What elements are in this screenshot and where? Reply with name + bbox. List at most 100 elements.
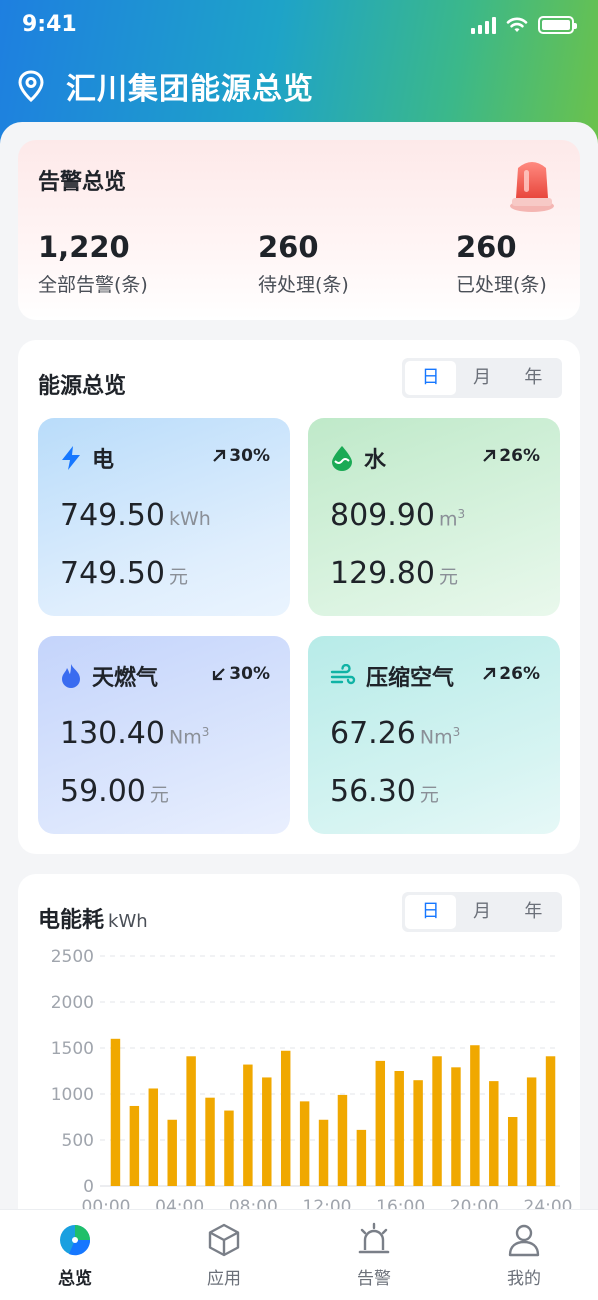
y-tick-label: 1500 — [51, 1039, 94, 1059]
usage-unit-base: m — [438, 508, 458, 530]
period-month-tab[interactable]: 月 — [456, 895, 507, 929]
energy-overview-title: 能源总览 — [38, 374, 127, 399]
usage-unit: m3 — [439, 507, 465, 530]
tab-overview[interactable]: 总览 — [25, 1222, 125, 1289]
energy-tile-water[interactable]: 水 26% 809.90 m3 129.80 元 — [308, 418, 560, 616]
tab-apps[interactable]: 应用 — [174, 1222, 274, 1289]
electricity-consumption-card: 电能耗 kWh 日 月 年 0 500 1000 1500 2000 2500 00:00 0… — [18, 874, 580, 1234]
trend-indicator: 30% — [211, 664, 270, 684]
wifi-icon — [506, 17, 528, 32]
title-row: 汇川集团能源总览 — [18, 64, 314, 108]
usage-value: 749.50 — [60, 498, 165, 533]
y-tick-label: 0 — [83, 1177, 94, 1197]
cost-unit: 元 — [419, 784, 439, 806]
usage-unit-sup: 3 — [452, 724, 461, 739]
location-pin-icon[interactable] — [18, 70, 44, 102]
bar — [470, 1045, 480, 1186]
bar — [299, 1101, 310, 1186]
bar — [356, 1129, 367, 1186]
tab-profile[interactable]: 我的 — [474, 1222, 574, 1289]
y-tick-label: 1000 — [51, 1085, 94, 1105]
bar — [148, 1088, 159, 1186]
bar — [243, 1064, 253, 1186]
trend-indicator: 26% — [481, 664, 540, 684]
bar — [224, 1110, 234, 1186]
trend-indicator: 30% — [211, 446, 270, 466]
usage-unit: Nm3 — [169, 725, 209, 748]
tab-label: 我的 — [507, 1269, 541, 1289]
arrow-up-right-icon — [213, 449, 226, 462]
period-year-tab[interactable]: 年 — [508, 361, 559, 395]
battery-icon — [538, 16, 577, 34]
trend-value: 30% — [229, 446, 270, 466]
alarm-overview-card[interactable]: 告警总览 1,220 全部告警(条) 260 待处理(条) 260 已处理(条) — [18, 140, 580, 320]
period-day-tab[interactable]: 日 — [405, 895, 457, 929]
bar — [394, 1071, 404, 1186]
consumption-period-selector: 日 月 年 — [402, 892, 562, 932]
status-time: 9:41 — [22, 12, 77, 37]
y-tick-label: 2000 — [51, 993, 94, 1013]
bar — [167, 1119, 177, 1186]
bar — [337, 1094, 348, 1186]
stat-label: 全部告警(条) — [38, 274, 148, 296]
tab-label: 总览 — [58, 1269, 92, 1289]
water-drop-icon — [332, 446, 352, 471]
bar — [507, 1117, 518, 1186]
usage-unit-base: Nm — [419, 726, 453, 748]
cost-unit: 元 — [149, 784, 169, 806]
cost-unit: 元 — [438, 566, 458, 588]
bar — [432, 1056, 442, 1186]
trend-value: 26% — [499, 446, 540, 466]
energy-period-selector: 日 月 年 — [402, 358, 562, 398]
bar — [489, 1081, 499, 1186]
tile-name: 压缩空气 — [366, 666, 455, 691]
cost-value: 749.50 — [60, 556, 165, 591]
siren-icon — [510, 162, 554, 212]
usage-value: 130.40 — [60, 716, 165, 751]
energy-tile-electricity[interactable]: 电 30% 749.50 kWh 749.50 元 — [38, 418, 290, 616]
energy-tile-compressed-air[interactable]: 压缩空气 26% 67.26 Nm3 56.30 元 — [308, 636, 560, 834]
alarm-overview-title: 告警总览 — [38, 170, 127, 195]
period-month-tab[interactable]: 月 — [456, 361, 507, 395]
tab-alarms[interactable]: 告警 — [324, 1222, 424, 1289]
energy-tile-gas[interactable]: 天燃气 30% 130.40 Nm3 59.00 元 — [38, 636, 290, 834]
bar — [545, 1056, 556, 1186]
bar — [110, 1038, 121, 1186]
cost-value: 59.00 — [60, 774, 146, 809]
arrow-up-right-icon — [483, 667, 496, 680]
stat-all-alarms[interactable]: 1,220 全部告警(条) — [38, 230, 148, 297]
bar — [413, 1080, 423, 1186]
user-icon — [508, 1224, 540, 1257]
alarm-light-icon — [358, 1222, 390, 1254]
stat-value: 1,220 — [38, 230, 130, 264]
trend-indicator: 26% — [481, 446, 540, 466]
bar — [205, 1097, 215, 1186]
bar — [526, 1077, 537, 1186]
energy-overview-card: 能源总览 日 月 年 电 30% 749.50 kWh 749.50 元 水 2… — [18, 340, 580, 854]
tile-name: 水 — [364, 448, 387, 473]
main-content: 告警总览 1,220 全部告警(条) 260 待处理(条) 260 已处理(条) — [0, 122, 598, 1234]
stat-label: 已处理(条) — [456, 274, 547, 296]
wind-icon — [330, 664, 356, 685]
stat-pending-alarms[interactable]: 260 待处理(条) — [258, 230, 349, 297]
bar — [318, 1119, 329, 1186]
pie-chart-icon — [60, 1225, 91, 1256]
tile-name: 电 — [92, 448, 115, 473]
y-tick-label: 2500 — [51, 947, 94, 967]
usage-value: 809.90 — [330, 498, 435, 533]
bar — [129, 1105, 140, 1186]
tab-label: 告警 — [357, 1269, 391, 1289]
trend-value: 30% — [229, 664, 270, 684]
usage-unit: Nm3 — [420, 725, 460, 748]
bar — [262, 1077, 272, 1186]
page-title: 汇川集团能源总览 — [66, 72, 314, 107]
period-year-tab[interactable]: 年 — [508, 895, 559, 929]
lightning-icon — [62, 446, 80, 470]
bar — [375, 1060, 386, 1186]
period-day-tab[interactable]: 日 — [405, 361, 457, 395]
usage-value: 67.26 — [330, 716, 416, 751]
bar — [451, 1067, 461, 1186]
stat-handled-alarms[interactable]: 260 已处理(条) — [456, 230, 547, 297]
y-tick-label: 500 — [62, 1131, 94, 1151]
stat-label: 待处理(条) — [258, 274, 349, 296]
